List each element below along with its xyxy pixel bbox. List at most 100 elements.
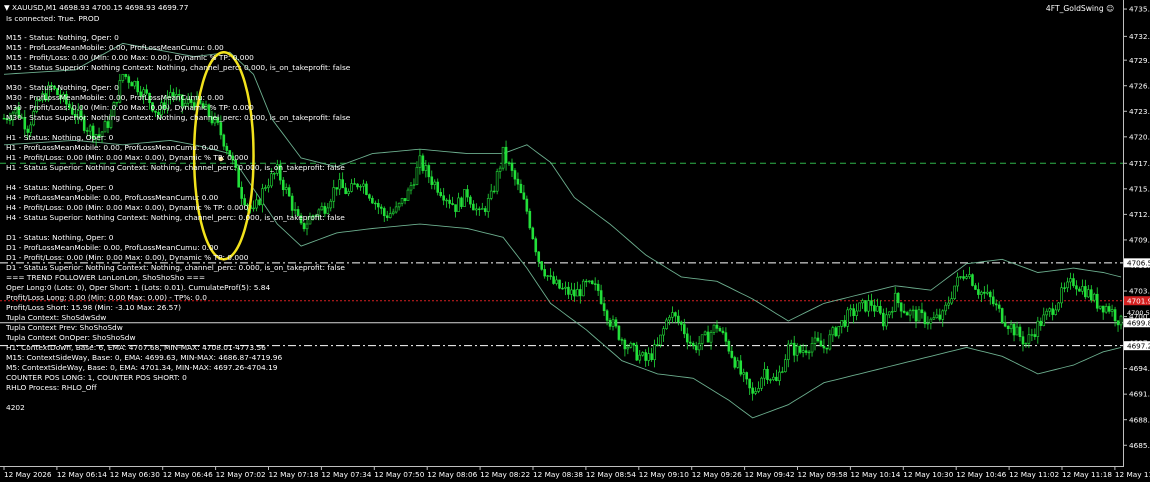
candle-body — [472, 203, 475, 211]
candle-body — [427, 165, 431, 178]
x-tick-label: 12 May 09:10 — [639, 470, 689, 479]
info-line — [6, 123, 350, 133]
expert-advisor-name[interactable]: 4FT_GoldSwing ☺ — [1046, 4, 1114, 14]
x-tick-label: 12 May 09:26 — [692, 470, 742, 479]
candle-body — [893, 292, 897, 312]
candle-body — [492, 190, 496, 193]
candle-body — [950, 298, 953, 304]
candle-body — [469, 196, 472, 205]
candle-body — [475, 208, 478, 211]
candle-body — [1066, 281, 1069, 289]
y-tick-label: 4723.8 — [1129, 107, 1150, 116]
info-line: M15 - Profit/Loss: 0.00 (Min: 0.00 Max: … — [6, 53, 254, 62]
candle-body — [712, 324, 716, 333]
x-tick-label: 12 May 09:42 — [745, 470, 795, 479]
info-line — [6, 223, 350, 233]
y-tick-label: 4715.0 — [1129, 184, 1150, 193]
y-tick-label: 4703.4 — [1129, 287, 1150, 296]
candle-body — [641, 352, 645, 356]
candle-body — [977, 289, 980, 295]
info-line: H1: ContextDown, Base: 6, EMA: 4707.68, … — [6, 343, 266, 352]
candle-body — [911, 309, 915, 312]
candle-body — [403, 198, 407, 201]
candle-body — [849, 308, 852, 311]
info-line — [6, 173, 350, 183]
candle-body — [694, 345, 698, 351]
candle-body — [359, 185, 362, 188]
candle-body — [525, 198, 529, 212]
candle-body — [730, 350, 734, 358]
candle-body — [596, 283, 600, 291]
candle-body — [798, 345, 802, 353]
candle-body — [748, 378, 751, 389]
candle-body — [1104, 306, 1108, 313]
info-line: M15: ContextSideWay, Base: 0, EMA: 4699.… — [6, 353, 283, 362]
x-tick-label: 12 May 08:38 — [533, 470, 583, 479]
candle-body — [362, 183, 365, 187]
candle-body — [614, 319, 618, 327]
candle-body — [986, 291, 989, 294]
candle-body — [703, 331, 707, 336]
candle-body — [890, 311, 894, 313]
candle-body — [620, 339, 624, 341]
candle-body — [537, 251, 541, 262]
candle-body — [629, 342, 633, 348]
candle-body — [632, 342, 636, 346]
candle-body — [478, 208, 481, 210]
candle-body — [1081, 286, 1084, 292]
candle-body — [442, 195, 445, 201]
info-line: M30 - ProfLossMeanMobile: 0.00, ProfLoss… — [6, 93, 224, 102]
candle-body — [751, 387, 754, 394]
candle-body — [587, 280, 591, 283]
candle-body — [879, 305, 882, 314]
candle-body — [531, 227, 535, 240]
info-line: D1 - ProfLossMeanMobile: 0.00, ProfLossM… — [6, 243, 219, 252]
candle-body — [941, 310, 945, 320]
candle-body — [421, 155, 425, 171]
candle-body — [846, 309, 849, 327]
candle-body — [433, 181, 437, 185]
candle-body — [1033, 334, 1037, 337]
info-panel: M15 - Status: Nothing, Oper: 0 M15 - Prof… — [6, 33, 350, 413]
candle-body — [581, 280, 585, 297]
candle-body — [599, 290, 603, 304]
candle-body — [831, 327, 835, 336]
candle-body — [1003, 322, 1007, 327]
candle-body — [555, 279, 558, 284]
candle-body — [786, 343, 790, 360]
candle-body — [561, 287, 564, 290]
candle-body — [920, 309, 924, 313]
candle-body — [685, 333, 689, 343]
candle-body — [1087, 289, 1090, 298]
candle-body — [579, 289, 582, 297]
candle-body — [382, 208, 386, 217]
candle-body — [498, 167, 502, 172]
candle-body — [947, 302, 950, 306]
info-line: H1 - Profit/Loss: 0.00 (Min: 0.00 Max: 0… — [6, 153, 249, 162]
candle-body — [674, 312, 677, 317]
candle-body — [635, 344, 639, 361]
candle-body — [801, 350, 805, 353]
candle-body — [377, 202, 380, 208]
candle-body — [953, 285, 956, 299]
candle-body — [590, 280, 594, 285]
candle-body — [602, 303, 606, 312]
candle-body — [516, 178, 520, 185]
candle-body — [549, 275, 552, 277]
candle-body — [1054, 309, 1057, 315]
candle-body — [2, 118, 6, 120]
candle-body — [772, 376, 775, 380]
candle-body — [510, 162, 514, 171]
candle-body — [944, 304, 948, 312]
info-line: RHLO Process: RHLO_Off — [6, 383, 97, 392]
connection-status: Is connected: True. PROD — [6, 14, 100, 23]
candle-body — [519, 183, 523, 194]
candle-body — [1101, 305, 1105, 313]
candle-body — [1113, 309, 1117, 322]
price-label-extra: 4700.5 — [1127, 309, 1150, 317]
candle-body — [706, 331, 710, 343]
candle-body — [460, 197, 463, 207]
candle-body — [1078, 288, 1081, 292]
candle-body — [825, 347, 829, 350]
price-label-red: 4701.9 — [1127, 296, 1150, 305]
